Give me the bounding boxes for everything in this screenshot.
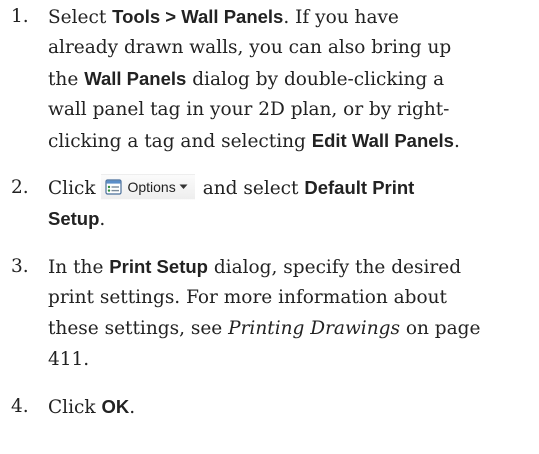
text-run: Click	[48, 397, 102, 418]
text-run: .	[453, 131, 460, 152]
text-run: clicking a tag and selecting	[48, 131, 312, 152]
text-line: Select Tools > Wall Panels. If you have	[48, 1, 536, 32]
text-line: Click Options and select Default Print	[48, 172, 536, 203]
text-run: the	[48, 69, 85, 90]
text-line: print settings. For more information abo…	[48, 282, 536, 313]
options-button[interactable]: Options	[101, 174, 195, 200]
text-run: dialog by double-clicking a	[186, 69, 445, 90]
text-line: Click OK.	[48, 391, 536, 422]
command-name: Edit Wall Panels	[311, 130, 454, 151]
options-label: Options	[127, 178, 176, 195]
text-run: .	[129, 397, 136, 418]
instruction-document: 1. Select Tools > Wall Panels. If you ha…	[0, 0, 539, 454]
text-line: 411.	[48, 344, 536, 375]
text-line: clicking a tag and selecting Edit Wall P…	[48, 125, 536, 156]
step-text: Click OK.	[48, 391, 536, 422]
text-run: Select	[48, 7, 113, 28]
text-run: wall panel tag in your 2D plan, or by ri…	[48, 99, 450, 120]
button-name: OK	[101, 396, 130, 417]
step-number: 3.	[11, 256, 29, 277]
text-line: already drawn walls, you can also bring …	[48, 32, 536, 63]
text-line: In the Print Setup dialog, specify the d…	[48, 251, 536, 282]
step-text: Click Options and select Default Print Se…	[48, 172, 536, 234]
text-run: dialog, specify the desired	[207, 257, 462, 278]
chevron-down-icon	[179, 184, 188, 189]
text-line: wall panel tag in your 2D plan, or by ri…	[48, 94, 536, 125]
options-icon	[105, 179, 123, 195]
step-number: 4.	[11, 396, 29, 417]
dialog-name: Wall Panels	[84, 68, 187, 89]
command-name: Setup	[48, 208, 100, 229]
text-run: already drawn walls, you can also bring …	[48, 37, 452, 58]
step-number: 2.	[11, 177, 29, 198]
step-text: Select Tools > Wall Panels. If you have …	[48, 1, 536, 156]
text-run: on page	[399, 318, 481, 339]
text-run: .	[99, 209, 106, 230]
step-text: In the Print Setup dialog, specify the d…	[48, 251, 536, 375]
text-run: In the	[48, 257, 110, 278]
cross-reference-link[interactable]: Printing Drawings	[228, 318, 400, 339]
text-run: . If you have	[283, 7, 399, 28]
command-name: Default Print	[304, 177, 415, 198]
text-run: print settings. For more information abo…	[48, 287, 447, 308]
text-line: Setup.	[48, 203, 536, 234]
dialog-name: Print Setup	[109, 256, 208, 277]
text-run: these settings, see	[48, 318, 229, 339]
page-number: 411.	[48, 349, 90, 370]
menu-path: Tools > Wall Panels	[112, 6, 284, 27]
text-run: and select	[202, 178, 305, 199]
text-line: these settings, see Printing Drawings on…	[48, 313, 536, 344]
step-number: 1.	[11, 6, 29, 27]
text-run: Click	[48, 178, 102, 199]
text-line: the Wall Panels dialog by double-clickin…	[48, 63, 536, 94]
